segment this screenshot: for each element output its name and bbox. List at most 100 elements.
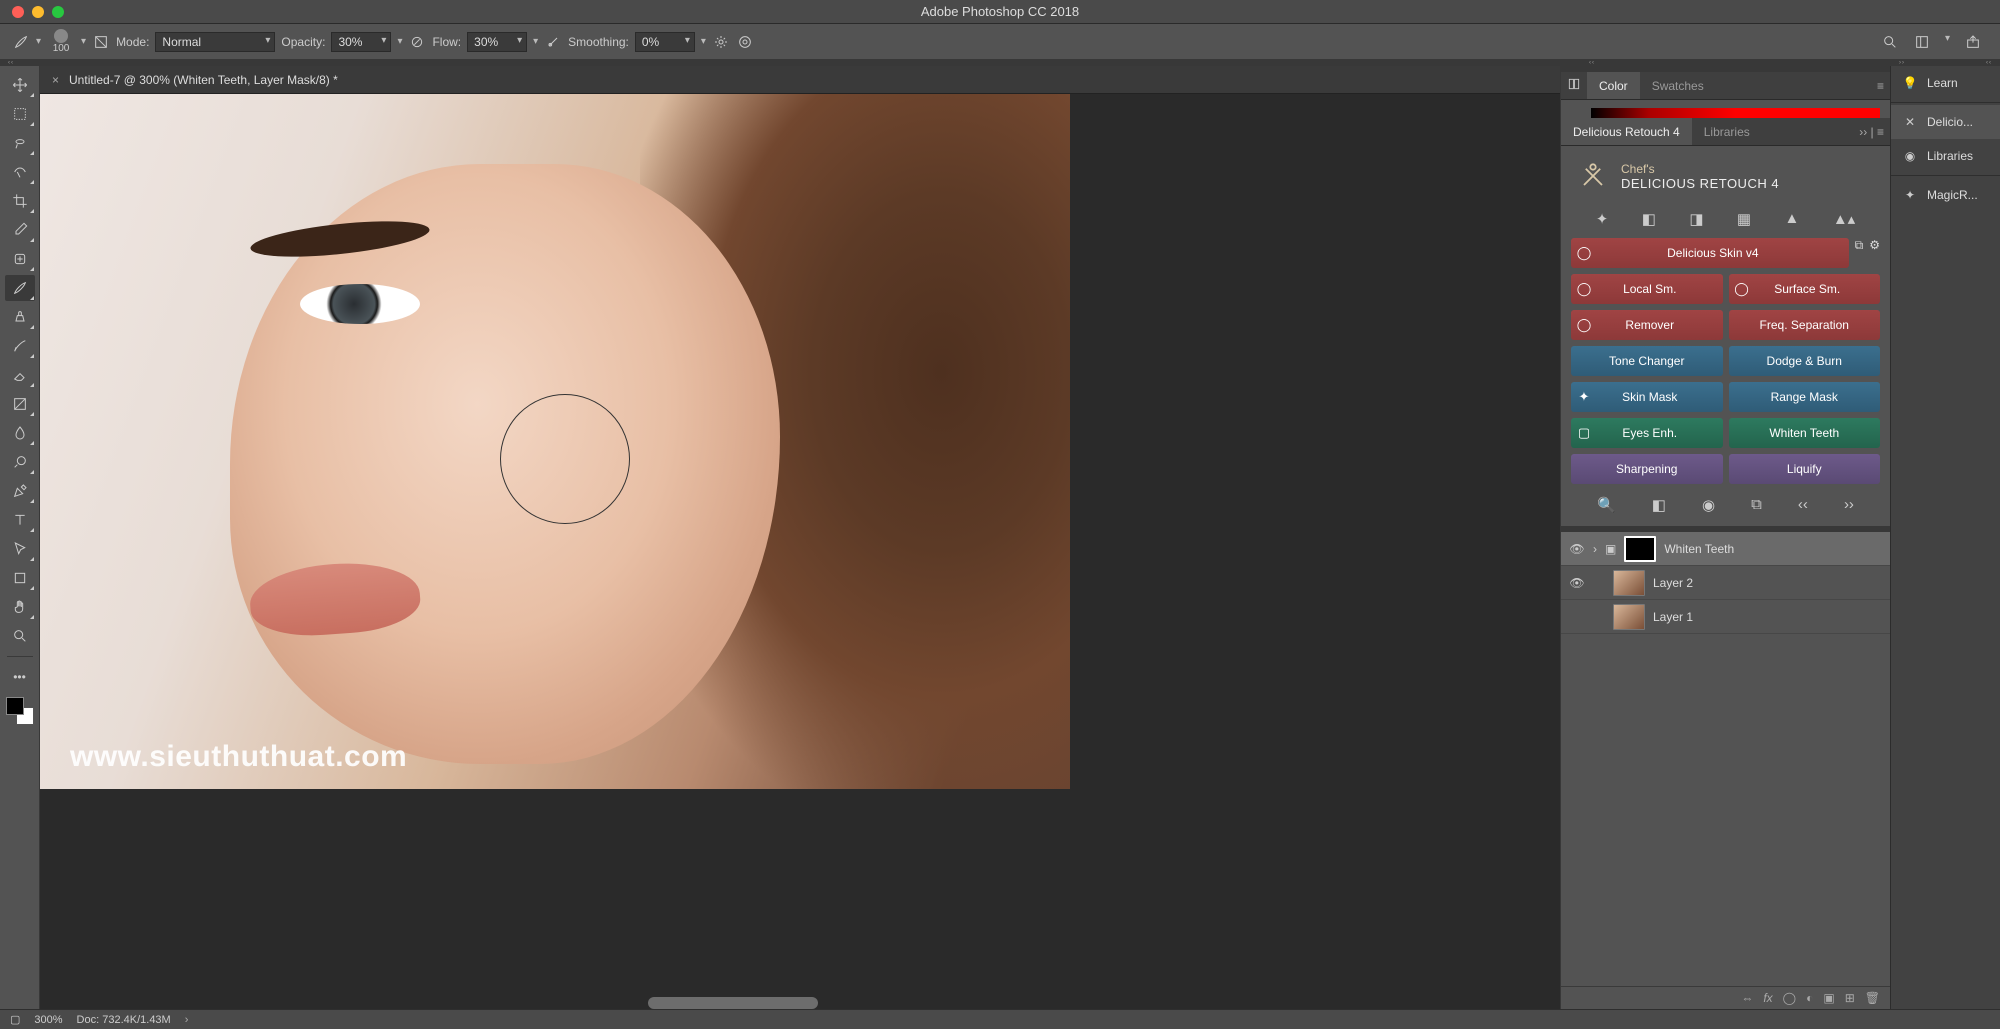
close-window-button[interactable] <box>12 6 24 18</box>
gradient-tool[interactable] <box>5 391 35 417</box>
adjustment-layer-icon[interactable]: ◐ <box>1806 991 1813 1005</box>
link-layers-icon[interactable]: ⇔ <box>1741 991 1753 1005</box>
zoom-level[interactable]: 300% <box>34 1014 62 1026</box>
close-document-icon[interactable]: × <box>52 73 59 87</box>
eraser-tool[interactable] <box>5 362 35 388</box>
opacity-input[interactable]: 30% <box>331 32 391 52</box>
pressure-size-icon[interactable] <box>736 33 754 51</box>
dodge-burn-button[interactable]: Dodge & Burn <box>1729 346 1881 376</box>
layer-thumb[interactable] <box>1613 604 1645 630</box>
dr-menu-icon[interactable]: ›› | ≡ <box>1859 125 1884 139</box>
clone-stamp-tool[interactable] <box>5 304 35 330</box>
dr-eraser-icon[interactable]: ◧ <box>1642 210 1656 228</box>
dr-marquee-icon[interactable]: ▦ <box>1737 210 1751 228</box>
skin-copy-icon[interactable]: ⧉ <box>1855 238 1864 268</box>
brush-picker-dropdown[interactable]: ▾ <box>81 36 86 47</box>
status-arrow-icon[interactable]: › <box>185 1014 189 1026</box>
dr-person-icon[interactable]: ▲ <box>1785 210 1800 228</box>
layer-1[interactable]: Layer 1 <box>1561 600 1890 634</box>
surface-smooth-button[interactable]: ◯Surface Sm. <box>1729 274 1881 304</box>
pressure-opacity-icon[interactable] <box>408 33 426 51</box>
crop-tool[interactable] <box>5 188 35 214</box>
new-group-icon[interactable]: ▣ <box>1823 991 1834 1005</box>
dr-wand-icon[interactable]: ✦ <box>1596 210 1609 228</box>
magicr-panel-item[interactable]: ✦MagicR... <box>1891 178 2000 212</box>
sharpening-button[interactable]: Sharpening <box>1571 454 1723 484</box>
tool-preset-dropdown[interactable]: ▾ <box>36 36 41 47</box>
lasso-tool[interactable] <box>5 130 35 156</box>
layer-name[interactable]: Whiten Teeth <box>1664 542 1734 556</box>
color-panel-icon[interactable] <box>1561 77 1587 94</box>
new-layer-icon[interactable]: ⊞ <box>1845 991 1855 1005</box>
screen-mode-icon[interactable]: ▢ <box>10 1013 20 1026</box>
color-ramp[interactable] <box>1591 108 1880 118</box>
layer-name[interactable]: Layer 2 <box>1653 576 1693 590</box>
dodge-tool[interactable] <box>5 449 35 475</box>
liquify-button[interactable]: Liquify <box>1729 454 1881 484</box>
flow-input[interactable]: 30% <box>467 32 527 52</box>
layer-fx-icon[interactable]: fx <box>1763 991 1772 1005</box>
type-tool[interactable] <box>5 507 35 533</box>
path-select-tool[interactable] <box>5 536 35 562</box>
layer-visibility-icon[interactable]: 👁 <box>1569 576 1585 590</box>
eyes-enhance-button[interactable]: ▢Eyes Enh. <box>1571 418 1723 448</box>
dr-clear-icon[interactable]: ◨ <box>1689 210 1703 228</box>
dr-zoom-icon[interactable]: 🔍 <box>1597 496 1616 514</box>
smoothing-dropdown[interactable]: ▾ <box>701 36 706 47</box>
libraries-panel-item[interactable]: ◉Libraries <box>1891 139 2000 173</box>
opacity-dropdown[interactable]: ▾ <box>397 36 402 47</box>
layer-thumb[interactable] <box>1613 570 1645 596</box>
smoothing-input[interactable]: 0% <box>635 32 695 52</box>
layer-mask-icon[interactable]: ◯ <box>1783 991 1796 1005</box>
move-tool[interactable] <box>5 72 35 98</box>
tone-changer-button[interactable]: Tone Changer <box>1571 346 1723 376</box>
dr-people-icon[interactable]: ▲▴ <box>1833 210 1855 228</box>
dr-layers-icon[interactable]: ⧉ <box>1751 496 1762 514</box>
dr-preview-icon[interactable]: ◉ <box>1702 496 1715 514</box>
panel-menu-icon[interactable]: ≡ <box>1877 79 1884 93</box>
quick-select-tool[interactable] <box>5 159 35 185</box>
edit-toolbar-icon[interactable]: ••• <box>5 664 35 690</box>
foreground-color-swatch[interactable] <box>6 697 24 715</box>
smoothing-options-icon[interactable] <box>712 33 730 51</box>
workspace-dropdown[interactable]: ▾ <box>1945 33 1950 51</box>
flow-dropdown[interactable]: ▾ <box>533 36 538 47</box>
skin-settings-icon[interactable]: ⚙ <box>1869 238 1880 268</box>
brush-preview[interactable]: 100 <box>47 29 75 54</box>
freq-separation-button[interactable]: Freq. Separation <box>1729 310 1881 340</box>
skin-mask-button[interactable]: ✦Skin Mask <box>1571 382 1723 412</box>
layer-whiten-teeth[interactable]: 👁 › ▣ Whiten Teeth <box>1561 532 1890 566</box>
dr-compare-icon[interactable]: ◧ <box>1652 496 1666 514</box>
blur-tool[interactable] <box>5 420 35 446</box>
fullscreen-window-button[interactable] <box>52 6 64 18</box>
delicio-panel-item[interactable]: ✕Delicio... <box>1891 105 2000 139</box>
range-mask-button[interactable]: Range Mask <box>1729 382 1881 412</box>
layer-name[interactable]: Layer 1 <box>1653 610 1693 624</box>
doc-size-label[interactable]: Doc: 732.4K/1.43M <box>77 1014 171 1026</box>
brush-panel-icon[interactable] <box>92 33 110 51</box>
layer-expand-icon[interactable]: › <box>1593 542 1597 556</box>
history-brush-tool[interactable] <box>5 333 35 359</box>
dr-next-icon[interactable]: ›› <box>1844 496 1854 514</box>
delicious-retouch-tab[interactable]: Delicious Retouch 4 <box>1561 118 1692 145</box>
color-tab[interactable]: Color <box>1587 72 1640 99</box>
eyedropper-tool[interactable] <box>5 217 35 243</box>
minimize-window-button[interactable] <box>32 6 44 18</box>
share-icon[interactable] <box>1964 33 1982 51</box>
blend-mode-select[interactable]: Normal <box>155 32 275 52</box>
canvas-viewport[interactable]: www.sieuthuthuat.com <box>40 94 1560 1009</box>
layer-mask-thumb[interactable] <box>1624 536 1656 562</box>
workspace-icon[interactable] <box>1913 33 1931 51</box>
airbrush-icon[interactable] <box>544 33 562 51</box>
brush-tool-selected[interactable] <box>5 275 35 301</box>
color-swatches[interactable] <box>6 697 34 725</box>
learn-panel-item[interactable]: 💡Learn <box>1891 66 2000 100</box>
shape-tool[interactable] <box>5 565 35 591</box>
brush-tool-icon[interactable] <box>12 33 30 51</box>
whiten-teeth-button[interactable]: Whiten Teeth <box>1729 418 1881 448</box>
swatches-tab[interactable]: Swatches <box>1640 72 1716 99</box>
dr-prev-icon[interactable]: ‹‹ <box>1798 496 1808 514</box>
marquee-tool[interactable] <box>5 101 35 127</box>
local-smooth-button[interactable]: ◯Local Sm. <box>1571 274 1723 304</box>
healing-tool[interactable] <box>5 246 35 272</box>
